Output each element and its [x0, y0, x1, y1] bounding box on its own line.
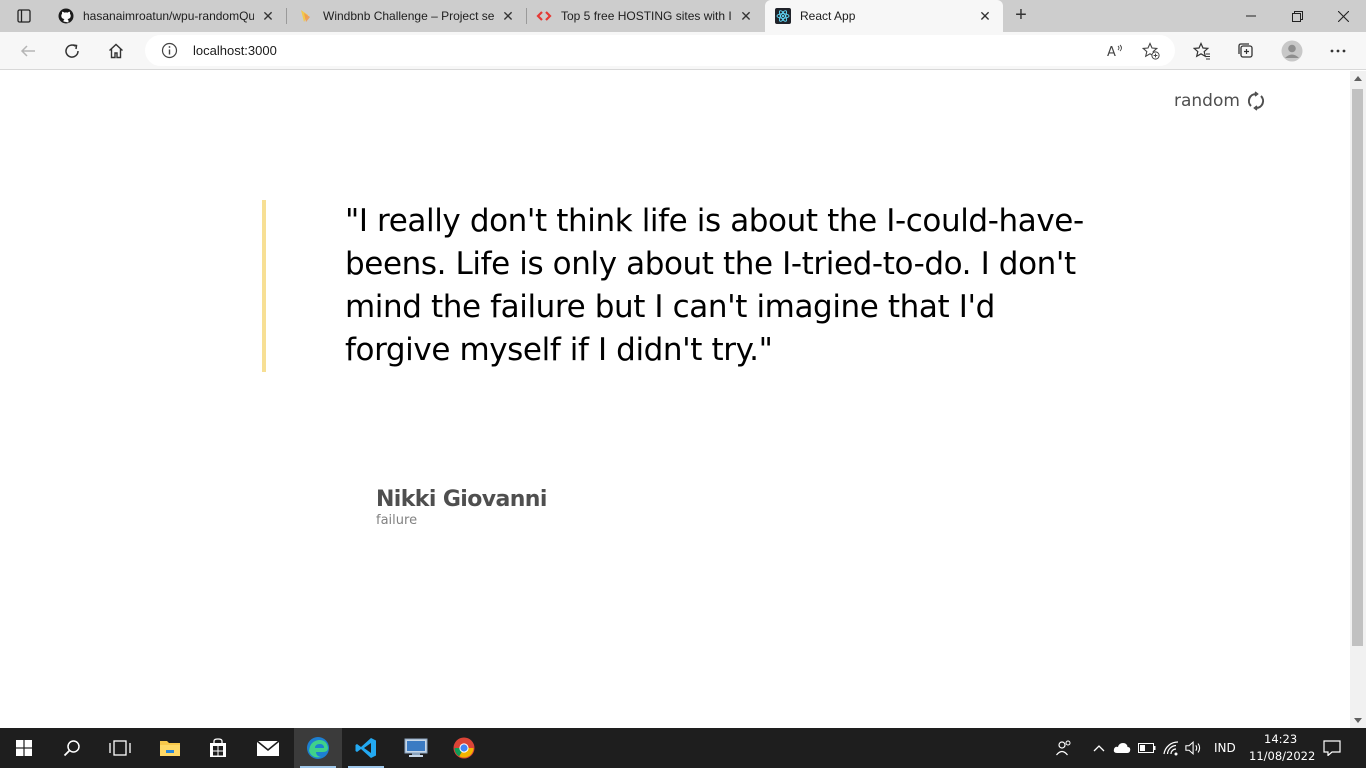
back-icon[interactable] [13, 36, 43, 66]
chrome-icon[interactable] [440, 728, 488, 768]
start-icon[interactable] [0, 728, 48, 768]
tab-github[interactable]: hasanaimroatun/wpu-randomQu ✕ [48, 0, 287, 32]
close-tab-icon[interactable]: ✕ [500, 8, 516, 24]
tab-title: Top 5 free HOSTING sites with In [561, 9, 732, 23]
url-text: localhost:3000 [193, 43, 277, 58]
home-icon[interactable] [101, 36, 131, 66]
new-tab-icon[interactable]: + [1010, 5, 1032, 27]
page-content: random "I really don't think life is abo… [0, 71, 1350, 728]
store-icon[interactable] [194, 728, 242, 768]
random-label: random [1174, 91, 1240, 111]
wifi-icon[interactable] [1162, 739, 1180, 757]
site-info-icon[interactable] [161, 42, 178, 59]
tab-title: React App [800, 9, 856, 23]
task-view-icon[interactable] [96, 728, 144, 768]
vertical-scrollbar[interactable] [1350, 71, 1366, 728]
code-brackets-icon [536, 8, 552, 24]
quote-accent-bar [262, 200, 266, 372]
tab-title: Windbnb Challenge – Project set [323, 9, 494, 23]
remote-desktop-icon[interactable] [392, 728, 440, 768]
scroll-up-icon[interactable] [1354, 76, 1362, 81]
random-button[interactable]: random [1174, 91, 1266, 111]
address-bar[interactable]: localhost:3000 A [145, 35, 1175, 66]
people-icon[interactable] [1055, 739, 1073, 757]
author-name: Nikki Giovanni [376, 487, 547, 512]
favorites-icon[interactable] [1187, 36, 1217, 66]
author-card[interactable]: Nikki Giovanni failure [376, 487, 547, 528]
vscode-icon[interactable] [342, 728, 390, 768]
refresh-icon[interactable] [57, 36, 87, 66]
read-aloud-icon[interactable]: A [1106, 42, 1124, 60]
autorenew-icon [1247, 91, 1265, 111]
file-explorer-icon[interactable] [146, 728, 194, 768]
minimize-icon[interactable] [1228, 0, 1274, 32]
react-icon [775, 8, 791, 24]
close-tab-icon[interactable]: ✕ [260, 8, 276, 24]
close-window-icon[interactable] [1320, 0, 1366, 32]
tab-actions-icon[interactable] [10, 6, 38, 26]
svg-text:A: A [1107, 45, 1116, 60]
windows-taskbar: IND 14:23 11/08/2022 [0, 728, 1366, 768]
search-icon[interactable] [48, 728, 96, 768]
devchallenges-icon [298, 8, 314, 24]
edge-icon[interactable] [294, 728, 342, 768]
close-tab-icon[interactable]: ✕ [738, 8, 754, 24]
clock-date[interactable]: 11/08/2022 [1249, 749, 1315, 763]
collections-icon[interactable] [1231, 36, 1261, 66]
tab-windbnb[interactable]: Windbnb Challenge – Project set ✕ [288, 0, 527, 32]
scroll-down-icon[interactable] [1354, 718, 1362, 723]
tab-react-app[interactable]: React App ✕ [765, 0, 1003, 32]
chevron-up-icon[interactable] [1090, 739, 1108, 757]
scrollbar-thumb[interactable] [1352, 89, 1363, 646]
tab-strip: hasanaimroatun/wpu-randomQu ✕ Windbnb Ch… [0, 0, 1366, 32]
close-tab-icon[interactable]: ✕ [977, 8, 993, 24]
mail-icon[interactable] [244, 728, 292, 768]
battery-icon[interactable] [1138, 739, 1156, 757]
language-indicator[interactable]: IND [1214, 741, 1236, 755]
profile-avatar-icon[interactable] [1277, 36, 1307, 66]
clock-time[interactable]: 14:23 [1264, 732, 1297, 746]
quote-genre: failure [376, 513, 418, 528]
tab-hosting[interactable]: Top 5 free HOSTING sites with In ✕ [528, 0, 764, 32]
settings-more-icon[interactable] [1323, 36, 1353, 66]
tab-title: hasanaimroatun/wpu-randomQu [83, 9, 254, 23]
quote-text: "I really don't think life is about the … [345, 203, 1084, 368]
restore-icon[interactable] [1274, 0, 1320, 32]
notifications-icon[interactable] [1323, 739, 1341, 757]
onedrive-cloud-icon[interactable] [1113, 739, 1131, 757]
add-favorite-icon[interactable] [1142, 42, 1160, 60]
github-icon [58, 8, 74, 24]
browser-toolbar: localhost:3000 A [0, 32, 1366, 70]
volume-icon[interactable] [1185, 739, 1203, 757]
